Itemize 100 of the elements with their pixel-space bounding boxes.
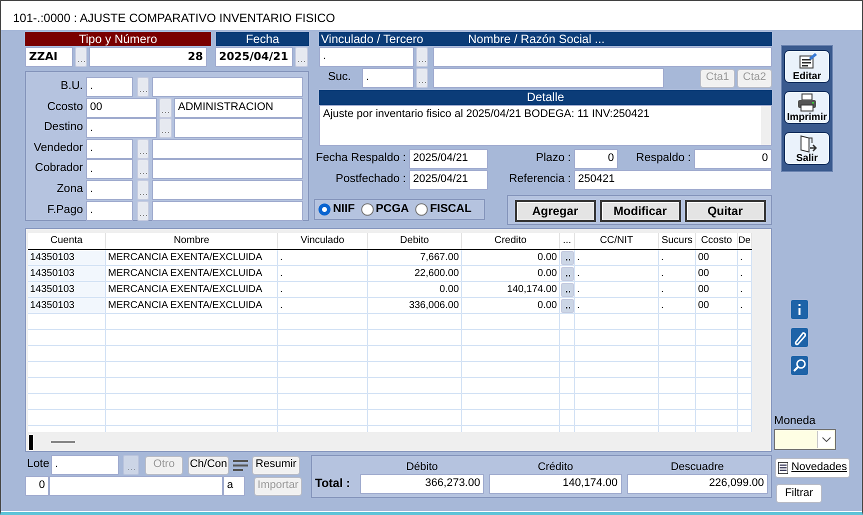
- row-lookup-button[interactable]: [561, 251, 574, 265]
- lookup-button[interactable]: [137, 159, 149, 180]
- input-field[interactable]: [433, 68, 664, 88]
- input-field[interactable]: 0: [25, 476, 49, 496]
- table-cell: 22,600.00: [368, 266, 462, 281]
- radio-option[interactable]: NIIF: [318, 202, 355, 216]
- input-field[interactable]: 2025/04/21: [409, 149, 488, 169]
- detail-field[interactable]: Ajuste por inventario fisico al 2025/04/21 BODEGA: 11 INV:250421: [319, 105, 772, 146]
- input-field[interactable]: [152, 200, 303, 221]
- input-field[interactable]: 0: [694, 149, 772, 169]
- row-lookup-button[interactable]: [561, 267, 574, 281]
- input-field[interactable]: .: [362, 68, 414, 88]
- table-cell: .: [659, 250, 696, 265]
- input-field[interactable]: [49, 476, 223, 496]
- column-header: Sucurs: [659, 233, 696, 249]
- input-field[interactable]: 00: [86, 98, 157, 118]
- row-lookup-button[interactable]: [561, 299, 574, 313]
- input-field[interactable]: .: [86, 118, 157, 138]
- input-field[interactable]: 366,273.00: [360, 474, 484, 494]
- paperclip-icon[interactable]: [791, 328, 808, 347]
- field-label: F.Pago: [47, 204, 83, 218]
- table-cell: MERCANCIA EXENTA/EXCLUIDA: [106, 298, 278, 313]
- lookup-button[interactable]: [137, 180, 149, 200]
- action-button[interactable]: Agregar: [514, 200, 596, 222]
- input-field[interactable]: 226,099.00: [626, 474, 768, 494]
- field-label: Destino: [44, 121, 83, 136]
- input-field[interactable]: ZZAI: [25, 47, 73, 67]
- input-field[interactable]: ADMINISTRACION: [174, 98, 303, 118]
- table-cell: 14350103: [28, 250, 106, 265]
- lookup-button[interactable]: [416, 68, 428, 88]
- table-cell: 00: [696, 266, 738, 281]
- lookup-button[interactable]: [123, 455, 139, 475]
- row-lookup-button[interactable]: [561, 283, 574, 297]
- table-cell: .: [575, 266, 659, 281]
- column-header: Ccosto: [696, 233, 738, 249]
- input-field[interactable]: .: [51, 455, 119, 475]
- input-field[interactable]: .: [86, 159, 133, 180]
- input-field[interactable]: .: [86, 77, 133, 97]
- radio-option[interactable]: PCGA: [360, 202, 409, 216]
- input-field[interactable]: .: [86, 180, 133, 200]
- action-button[interactable]: Quitar: [684, 200, 766, 222]
- input-field[interactable]: 2025/04/21: [409, 170, 488, 190]
- field-label: Suc.: [328, 71, 351, 85]
- input-field[interactable]: .: [319, 47, 414, 67]
- input-field[interactable]: [174, 118, 303, 138]
- table-cell: .: [278, 282, 368, 297]
- table-cell: .: [659, 282, 696, 297]
- toolbar-button[interactable]: Editar: [784, 50, 830, 83]
- side-button[interactable]: Novedades: [775, 458, 850, 478]
- toolbar-button[interactable]: Resumir: [252, 456, 300, 474]
- table-cell: 00: [696, 298, 738, 313]
- input-field[interactable]: 250421: [574, 170, 772, 190]
- table-cell: .: [575, 282, 659, 297]
- radio-option[interactable]: FISCAL: [414, 202, 472, 216]
- input-field[interactable]: 2025/04/21: [215, 47, 293, 67]
- lookup-button[interactable]: [295, 47, 308, 67]
- table-cell: MERCANCIA EXENTA/EXCLUIDA: [106, 282, 278, 297]
- side-button[interactable]: Filtrar: [776, 484, 822, 503]
- input-field[interactable]: 140,174.00: [489, 474, 622, 494]
- input-field[interactable]: [152, 180, 303, 200]
- lookup-button[interactable]: [416, 47, 428, 67]
- input-field[interactable]: [433, 47, 772, 67]
- input-field[interactable]: [152, 159, 303, 180]
- input-field[interactable]: 0: [574, 149, 618, 169]
- input-field[interactable]: 28: [89, 47, 207, 67]
- column-header: Cuenta: [28, 233, 106, 249]
- document-icon: [778, 460, 788, 475]
- lookup-button[interactable]: [137, 138, 149, 159]
- toolbar-button[interactable]: Imprimir: [784, 91, 830, 124]
- field-label: Vendedor: [34, 142, 83, 156]
- toolbar-button[interactable]: Ch/Con: [188, 456, 229, 474]
- document-pencil-icon: [797, 52, 817, 71]
- input-field[interactable]: [152, 77, 303, 97]
- input-field[interactable]: .: [86, 200, 133, 221]
- lookup-button[interactable]: [137, 200, 149, 221]
- lookup-button[interactable]: [75, 47, 87, 67]
- input-field[interactable]: a: [223, 476, 245, 496]
- action-button[interactable]: Modificar: [600, 200, 681, 222]
- lookup-button[interactable]: [159, 118, 172, 138]
- input-field[interactable]: .: [86, 138, 133, 159]
- column-header: Nombre: [106, 233, 278, 249]
- table-cell: .: [659, 266, 696, 281]
- lookup-button[interactable]: [137, 77, 149, 97]
- table-cell: 00: [696, 282, 738, 297]
- field-label: Moneda: [774, 415, 816, 429]
- field-label: Ccosto: [47, 100, 83, 114]
- toolbar-button[interactable]: Salir: [784, 132, 830, 165]
- table-cell: MERCANCIA EXENTA/EXCLUIDA: [106, 266, 278, 281]
- currency-dropdown[interactable]: [774, 428, 836, 450]
- scroll-thumb-icon: [51, 441, 75, 443]
- table-cell: 7,667.00: [368, 250, 462, 265]
- table-cell: MERCANCIA EXENTA/EXCLUIDA: [106, 250, 278, 265]
- table-cell: 00: [696, 250, 738, 265]
- search-icon[interactable]: [791, 356, 808, 375]
- column-header: CC/NIT: [575, 233, 659, 249]
- window-title: 101-.:0000 : AJUSTE COMPARATIVO INVENTARIO FISICO: [12, 10, 336, 27]
- lookup-button[interactable]: [159, 98, 172, 118]
- input-field[interactable]: [152, 138, 303, 159]
- column-header: ...: [560, 233, 575, 249]
- info-icon[interactable]: [791, 300, 808, 319]
